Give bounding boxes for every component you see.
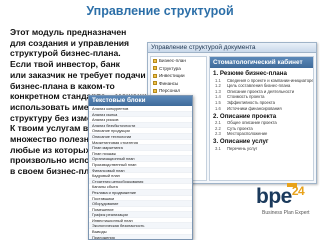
plan-section-heading[interactable]: 2. Описание проекта: [210, 111, 313, 120]
subsection-title: Источники финансирования: [227, 105, 282, 111]
subsection-number: 1.2: [215, 83, 221, 89]
folder-icon: [153, 58, 157, 63]
logo-main: bpe: [256, 185, 292, 208]
subsection-title: Общее описание проекта: [227, 120, 277, 126]
tree-item[interactable]: Персонал: [151, 87, 206, 95]
tree-item-label: Структура: [159, 65, 181, 71]
folder-icon: [153, 88, 157, 93]
tree-item[interactable]: Инвестиции: [151, 72, 206, 80]
document-structure-panel: Стоматологический кабинет 1. Резюме бизн…: [209, 56, 314, 181]
subsection-number: 1.5: [215, 99, 221, 105]
subsection-number: 2.3: [215, 131, 221, 137]
subsection-title: Стоимость проекта: [227, 94, 265, 100]
tree-item-label: Финансы: [159, 80, 179, 86]
subsection-number: 1.3: [215, 88, 221, 94]
subsection-title: Цель составления бизнес-плана: [227, 83, 291, 89]
subsection-title: Месторасположение: [227, 131, 268, 137]
slide-title: Управление структурой: [86, 4, 234, 18]
text-block-item[interactable]: Приложения: [89, 234, 192, 239]
plan-section-heading[interactable]: 3. Описание услуг: [210, 136, 313, 145]
folder-icon: [153, 73, 157, 78]
description-line: структурой бизнес-плана.: [10, 48, 121, 59]
logo-wordmark: bpe24: [256, 184, 305, 209]
subsection-number: 1.6: [215, 105, 221, 111]
tree-item[interactable]: Структура: [151, 65, 206, 73]
subsection-number: 3.1: [215, 145, 221, 151]
subsection-title: Эффективность проекта: [227, 99, 275, 105]
plan-subsection[interactable]: 3.1 Перечень услуг: [210, 145, 313, 151]
logo-number: 24: [291, 184, 305, 198]
tree-item-label: Персонал: [159, 88, 181, 94]
description-line: или заказчик не требует подачи: [10, 69, 146, 80]
subsection-title: Описание проекта и деятельности: [227, 88, 295, 94]
tree-item[interactable]: Финансы: [151, 80, 206, 88]
subsection-number: 2.1: [215, 120, 221, 126]
description-line: бизнес-плана в каком-то: [10, 80, 115, 91]
document-title: Стоматологический кабинет: [210, 57, 313, 68]
subsection-title: Сведения о проекте и компании-инициаторе: [227, 77, 313, 83]
description-line: Этот модуль предназначен: [10, 27, 127, 37]
logo-tagline: Business Plan Expert: [262, 210, 310, 216]
folder-icon: [153, 66, 157, 71]
text-blocks-window: Текстовые блоки Анализ конкурентов Анализ…: [88, 95, 193, 240]
subsection-title: Перечень услуг: [227, 145, 258, 151]
subsection-number: 2.2: [215, 125, 221, 131]
folder-icon: [153, 81, 157, 86]
subsection-number: 1.1: [215, 77, 221, 83]
bpe24-logo: bpe24 Business Plan Expert: [256, 182, 312, 232]
plan-section-heading[interactable]: 1. Резюме бизнес-плана: [210, 68, 313, 77]
tree-item-label: Бизнес-план: [159, 58, 186, 64]
text-blocks-title: Текстовые блоки: [89, 96, 192, 106]
description-line: для создания и управления: [10, 37, 130, 48]
tree-item-label: Инвестиции: [159, 73, 185, 79]
plan-outline: 1. Резюме бизнес-плана 1.1 Сведения о прое…: [210, 68, 313, 151]
subsection-title: Суть проекта: [227, 125, 253, 131]
description-line: Если твой инвестор, банк: [10, 59, 120, 70]
window-title: Управление структурой документа: [148, 43, 316, 53]
text-blocks-list: Анализ конкурентов Анализ рынка Анализ рис…: [89, 106, 192, 239]
tree-item[interactable]: Бизнес-план: [151, 57, 206, 65]
subsection-number: 1.4: [215, 94, 221, 100]
plan-subsection[interactable]: 1.1 Сведения о проекте и компании-инициат…: [210, 77, 313, 83]
